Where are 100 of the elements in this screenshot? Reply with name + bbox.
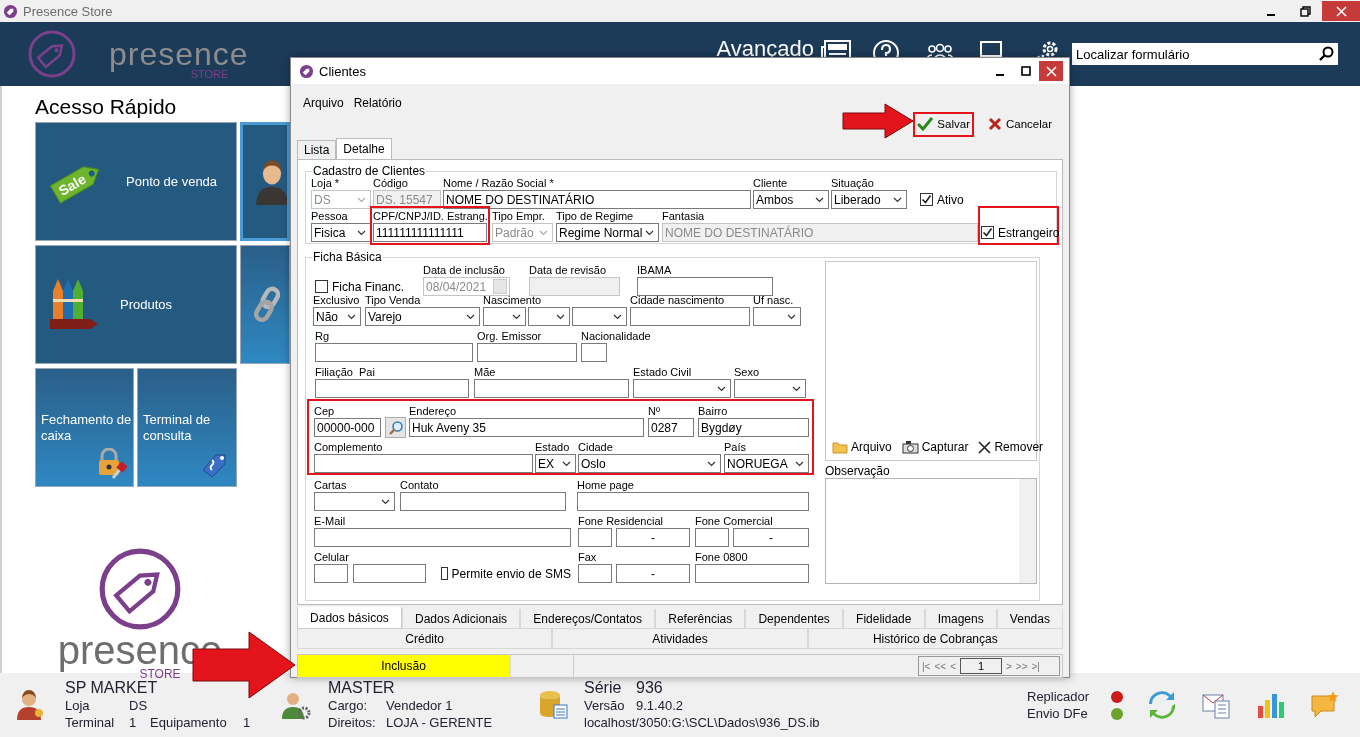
- dropdown[interactable]: Não: [313, 307, 361, 326]
- tab[interactable]: Lista: [297, 140, 337, 159]
- remove-button[interactable]: Remover: [978, 440, 1044, 454]
- cross-icon: [978, 440, 992, 454]
- field-label: Fone 0800: [695, 550, 748, 564]
- text-field[interactable]: 111111111111111: [373, 223, 487, 242]
- pager-button[interactable]: <: [950, 660, 956, 672]
- pager-button[interactable]: >>: [1015, 660, 1028, 672]
- text-field[interactable]: [695, 528, 729, 547]
- dropdown[interactable]: [572, 307, 627, 326]
- dropdown[interactable]: Varejo: [365, 307, 480, 326]
- lookup-button[interactable]: [385, 417, 406, 438]
- refresh-icon[interactable]: [1147, 690, 1177, 720]
- field-label: Fax: [578, 550, 597, 564]
- text-field[interactable]: [474, 379, 629, 398]
- mode-indicator: Inclusão: [298, 655, 509, 677]
- tab[interactable]: Histórico de Cobranças: [807, 629, 1063, 649]
- shortcut-tile[interactable]: Produtos: [35, 245, 237, 364]
- text-field[interactable]: [577, 492, 809, 511]
- tab[interactable]: Dados Adicionais: [401, 609, 521, 629]
- text-field[interactable]: Bygdøy: [698, 418, 809, 437]
- dropdown[interactable]: [753, 307, 801, 326]
- text-field[interactable]: 0287: [648, 418, 694, 437]
- text-field[interactable]: [630, 307, 750, 326]
- field-label: Data de inclusão: [423, 263, 505, 277]
- tab[interactable]: Vendas: [996, 609, 1063, 629]
- text-field[interactable]: Huk Aveny 35: [409, 418, 644, 437]
- text-field[interactable]: [314, 564, 348, 583]
- tab[interactable]: Dados básicos: [297, 607, 402, 629]
- field-label: Estado Civil: [633, 365, 692, 379]
- text-field[interactable]: [578, 528, 612, 547]
- notes-field[interactable]: [825, 478, 1037, 584]
- save-button[interactable]: Salvar: [913, 111, 974, 137]
- pager-button[interactable]: >|: [1031, 660, 1040, 672]
- shortcut-tile[interactable]: [240, 122, 290, 241]
- checkbox[interactable]: Ficha Financ.: [315, 277, 410, 296]
- logo-icon: [97, 546, 183, 632]
- dropdown[interactable]: NORUEGA: [724, 454, 809, 473]
- menu-item[interactable]: Relatório: [353, 96, 402, 110]
- close-button[interactable]: [1039, 61, 1063, 81]
- tab[interactable]: Fidelidade: [842, 609, 925, 629]
- text-field[interactable]: [315, 379, 469, 398]
- pager-button[interactable]: |<: [922, 660, 931, 672]
- chevron-icon: [613, 313, 622, 320]
- dropdown[interactable]: Regime Normal: [556, 223, 659, 242]
- text-field[interactable]: -: [616, 564, 690, 583]
- dropdown[interactable]: [734, 379, 806, 398]
- file-button[interactable]: Arquivo: [832, 440, 892, 454]
- dropdown[interactable]: EX: [535, 454, 576, 473]
- shortcut-tile[interactable]: Sale Ponto de venda: [35, 122, 237, 241]
- menu-item[interactable]: Arquivo: [303, 96, 344, 110]
- dropdown[interactable]: Oslo: [578, 454, 721, 473]
- pager-button[interactable]: <<: [934, 660, 947, 672]
- checkbox[interactable]: Permite envio de SMS: [441, 564, 571, 583]
- tab[interactable]: Detalhe: [336, 138, 392, 159]
- text-field[interactable]: [315, 343, 473, 362]
- text-field[interactable]: [314, 454, 533, 473]
- tab[interactable]: Crédito: [297, 629, 553, 649]
- shortcut-tile[interactable]: Terminal de consulta: [137, 368, 237, 487]
- text-field[interactable]: [581, 343, 607, 362]
- dropdown[interactable]: [314, 492, 395, 511]
- pager-button[interactable]: >: [1005, 660, 1012, 672]
- dropdown[interactable]: Fisica: [311, 223, 371, 242]
- group-title: Ficha Básica: [312, 250, 383, 264]
- store-name: SP MARKET: [65, 679, 159, 697]
- search-field[interactable]: Localizar formulário: [1072, 43, 1338, 65]
- checkbox[interactable]: Ativo: [920, 190, 972, 209]
- text-field[interactable]: [353, 564, 426, 583]
- text-field[interactable]: 00000-000: [314, 418, 381, 437]
- shortcut-tile[interactable]: Fechamento de caixa: [35, 368, 134, 487]
- field-label: Home page: [577, 478, 634, 492]
- tab[interactable]: Endereços/Contatos: [520, 609, 656, 629]
- field-label: Nome / Razão Social *: [443, 176, 554, 190]
- text-field[interactable]: [314, 528, 571, 547]
- dropdown[interactable]: Ambos: [753, 190, 829, 209]
- field-label: Fone Residencial: [578, 514, 663, 528]
- text-field[interactable]: [578, 564, 612, 583]
- field-label: Exclusivo: [313, 293, 360, 307]
- dropdown[interactable]: [483, 307, 526, 326]
- tab[interactable]: Imagens: [924, 609, 997, 629]
- dropdown[interactable]: Liberado: [831, 190, 907, 209]
- status-text: 9.1.40.2: [636, 697, 683, 714]
- note-star-icon[interactable]: [1309, 690, 1339, 720]
- capture-button[interactable]: Capturar: [901, 440, 969, 454]
- tab[interactable]: Dependentes: [745, 609, 843, 629]
- text-field[interactable]: [637, 277, 773, 296]
- text-field[interactable]: -: [616, 528, 690, 547]
- dropdown[interactable]: [528, 307, 570, 326]
- cancel-button[interactable]: Cancelar: [983, 111, 1056, 137]
- text-field[interactable]: -: [733, 528, 809, 547]
- text-field[interactable]: NOME DO DESTINATÁRIO: [443, 190, 751, 209]
- close-button[interactable]: [1322, 1, 1360, 21]
- text-field[interactable]: [400, 492, 566, 511]
- shortcut-tile[interactable]: [240, 245, 290, 364]
- dropdown[interactable]: [633, 379, 731, 398]
- tab[interactable]: Referências: [655, 609, 746, 629]
- page-field[interactable]: 1: [959, 658, 1002, 674]
- text-field[interactable]: [477, 343, 577, 362]
- tab[interactable]: Atividades: [552, 629, 808, 649]
- text-field[interactable]: [695, 564, 809, 583]
